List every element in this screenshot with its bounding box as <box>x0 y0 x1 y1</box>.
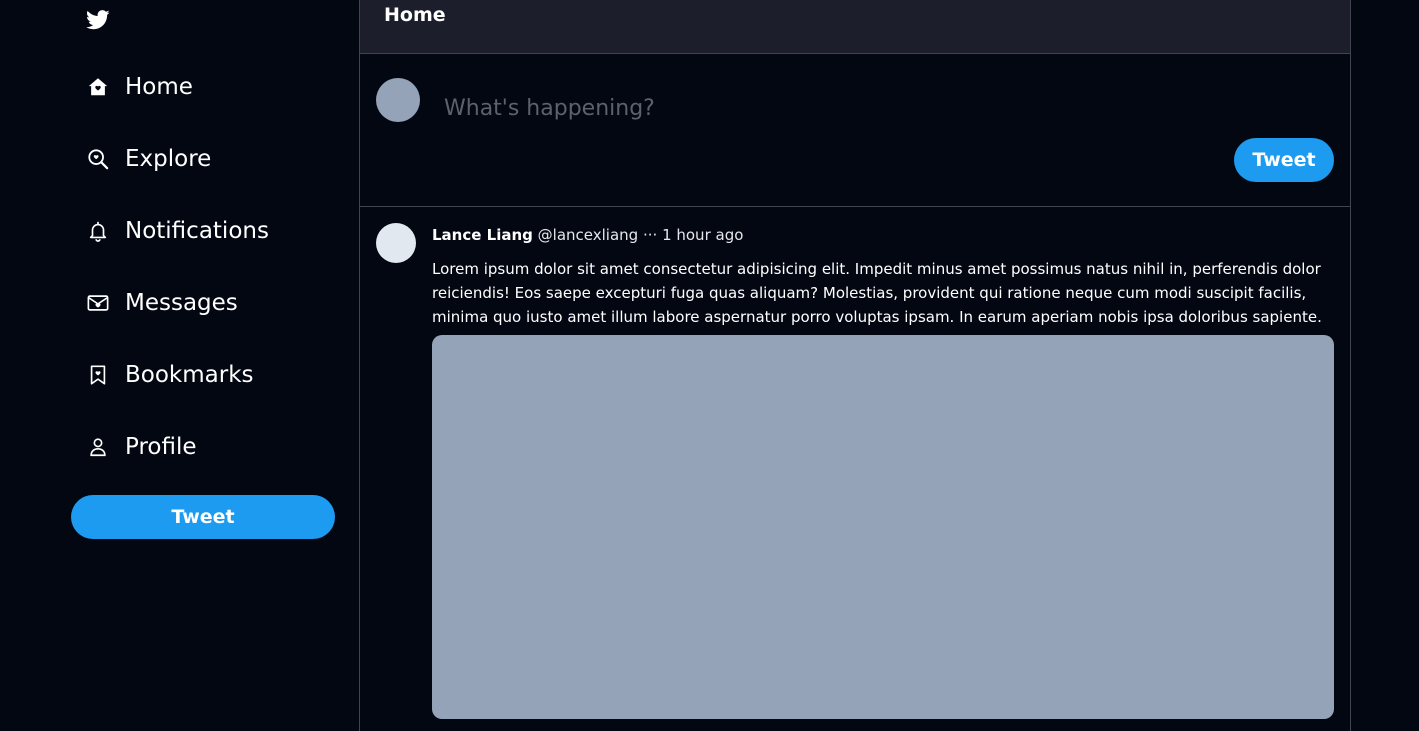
sidebar-item-explore[interactable]: Explore <box>86 139 211 179</box>
sidebar-item-home[interactable]: Home <box>86 67 193 107</box>
feed-header: Home <box>360 0 1350 54</box>
tweet-meta: Lance Liang @lancexliang ··· 1 hour ago <box>432 226 743 244</box>
tweet-card[interactable]: Lance Liang @lancexliang ··· 1 hour ago … <box>360 207 1350 731</box>
user-icon <box>86 435 110 459</box>
tweet-timestamp: 1 hour ago <box>662 226 744 244</box>
page-title: Home <box>384 4 446 26</box>
sidebar: Home Explore Notifications Messages Book… <box>0 0 359 731</box>
avatar[interactable] <box>376 223 416 263</box>
composer-tweet-button[interactable]: Tweet <box>1234 138 1334 182</box>
bookmark-icon <box>86 363 110 387</box>
compose-input[interactable] <box>440 86 1320 130</box>
main-feed: Home Tweet Lance Liang @lancexliang ··· … <box>359 0 1351 731</box>
sidebar-item-label: Profile <box>125 434 197 460</box>
tweet-author-handle[interactable]: @lancexliang <box>538 226 639 244</box>
tweet-author-name[interactable]: Lance Liang <box>432 226 533 244</box>
twitter-bird-icon[interactable] <box>86 9 110 31</box>
tweet-composer: Tweet <box>360 54 1350 207</box>
sidebar-item-label: Home <box>125 74 193 100</box>
sidebar-tweet-button[interactable]: Tweet <box>71 495 335 539</box>
sidebar-item-label: Bookmarks <box>125 362 254 388</box>
tweet-text: Lorem ipsum dolor sit amet consectetur a… <box>432 260 1322 326</box>
avatar <box>376 78 420 122</box>
envelope-icon <box>86 291 110 315</box>
sidebar-item-notifications[interactable]: Notifications <box>86 211 269 251</box>
home-icon <box>86 75 110 99</box>
sidebar-item-bookmarks[interactable]: Bookmarks <box>86 355 254 395</box>
right-gutter <box>1351 0 1419 731</box>
sidebar-item-messages[interactable]: Messages <box>86 283 238 323</box>
explore-search-icon <box>86 147 110 171</box>
sidebar-item-label: Messages <box>125 290 238 316</box>
tweet-media[interactable] <box>432 335 1334 719</box>
bell-icon <box>86 219 110 243</box>
tweet-separator: ··· <box>642 226 658 244</box>
sidebar-item-label: Notifications <box>125 218 269 244</box>
sidebar-item-profile[interactable]: Profile <box>86 427 197 467</box>
sidebar-item-label: Explore <box>125 146 212 172</box>
